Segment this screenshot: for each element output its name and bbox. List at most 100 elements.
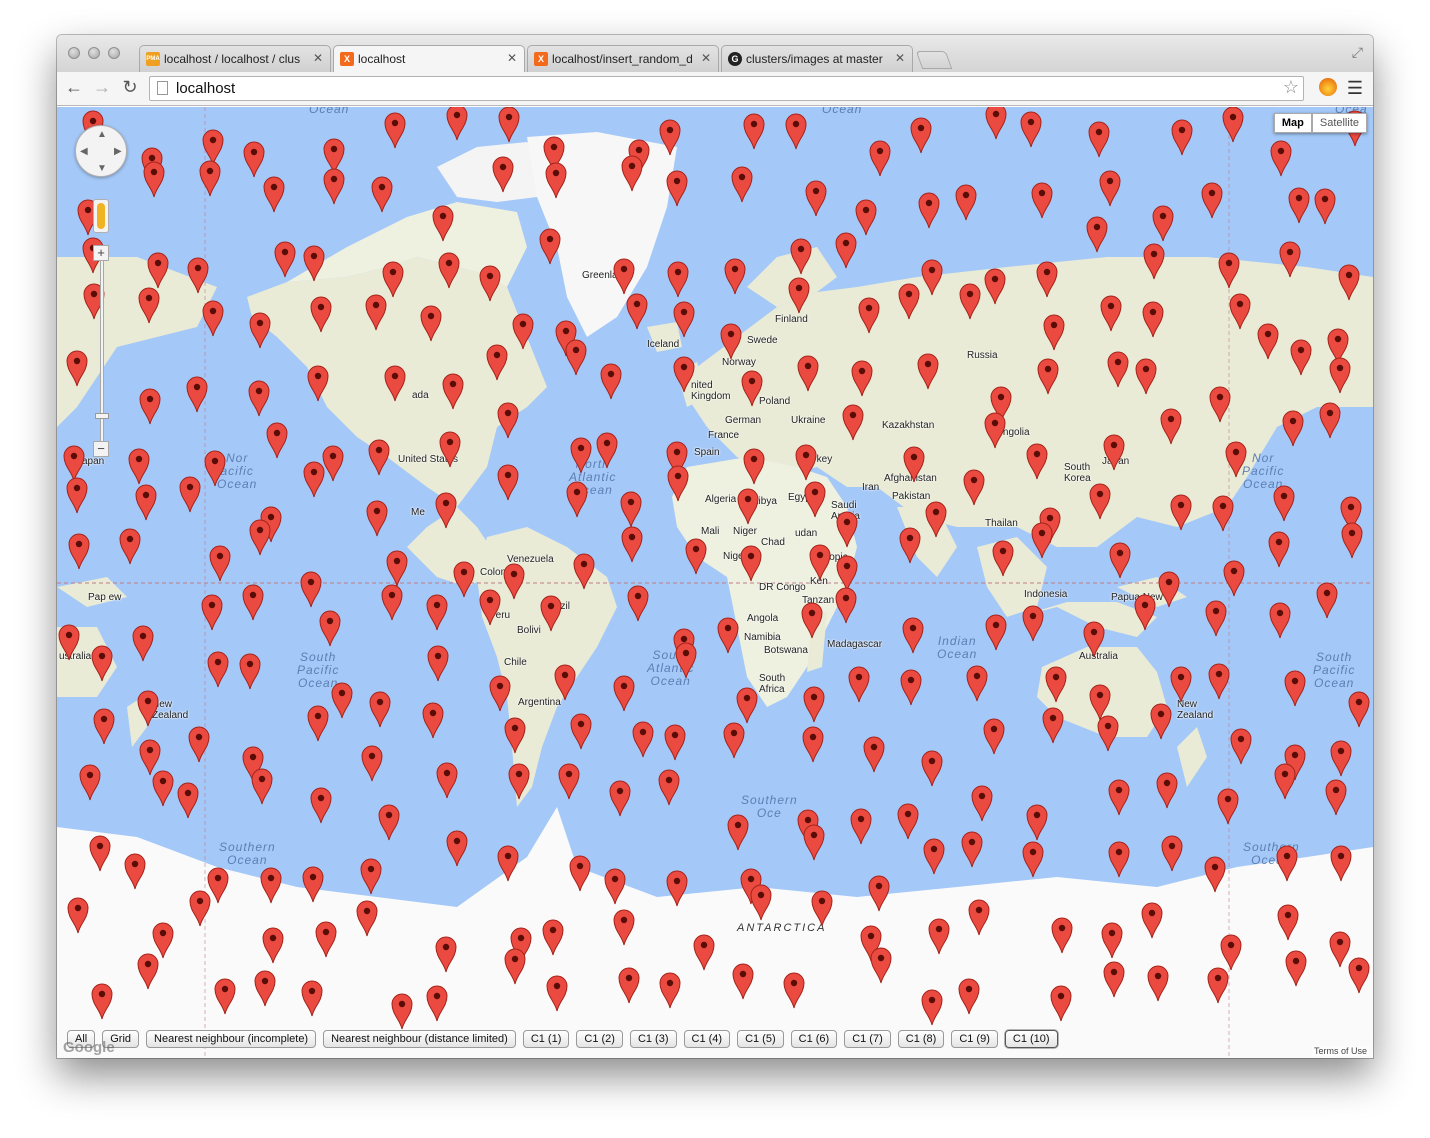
map-marker-icon[interactable] bbox=[903, 445, 925, 483]
map-marker-icon[interactable] bbox=[391, 992, 413, 1030]
map-marker-icon[interactable] bbox=[322, 444, 344, 482]
map-marker-icon[interactable] bbox=[201, 593, 223, 631]
map-marker-icon[interactable] bbox=[918, 191, 940, 229]
map-marker-icon[interactable] bbox=[508, 762, 530, 800]
map-marker-icon[interactable] bbox=[132, 624, 154, 662]
zoom-slider-handle[interactable] bbox=[95, 413, 109, 419]
map-marker-icon[interactable] bbox=[626, 292, 648, 330]
map-marker-icon[interactable] bbox=[596, 431, 618, 469]
cluster-button-c1-3[interactable]: C1 (3) bbox=[629, 1030, 677, 1048]
map-marker-icon[interactable] bbox=[479, 264, 501, 302]
map-marker-icon[interactable] bbox=[1160, 407, 1182, 445]
map-marker-icon[interactable] bbox=[486, 343, 508, 381]
map-marker-icon[interactable] bbox=[1036, 260, 1058, 298]
menu-icon[interactable]: ☰ bbox=[1347, 78, 1363, 99]
street-view-pegman-icon[interactable] bbox=[93, 199, 109, 233]
map-marker-icon[interactable] bbox=[851, 359, 873, 397]
map-marker-icon[interactable] bbox=[921, 749, 943, 787]
map-marker-icon[interactable] bbox=[66, 349, 88, 387]
map-marker-icon[interactable] bbox=[1205, 599, 1227, 637]
map-marker-icon[interactable] bbox=[961, 830, 983, 868]
map-marker-icon[interactable] bbox=[736, 686, 758, 724]
map-marker-icon[interactable] bbox=[303, 244, 325, 282]
map-marker-icon[interactable] bbox=[365, 293, 387, 331]
map-marker-icon[interactable] bbox=[554, 663, 576, 701]
map-marker-icon[interactable] bbox=[356, 899, 378, 937]
map-marker-icon[interactable] bbox=[1279, 240, 1301, 278]
map-marker-icon[interactable] bbox=[731, 165, 753, 203]
map-marker-icon[interactable] bbox=[214, 977, 236, 1015]
map-marker-icon[interactable] bbox=[137, 952, 159, 990]
back-icon[interactable]: ← bbox=[63, 77, 85, 98]
map-marker-icon[interactable] bbox=[1222, 107, 1244, 143]
map-marker-icon[interactable] bbox=[570, 436, 592, 474]
map-marker-icon[interactable] bbox=[898, 282, 920, 320]
map-marker-icon[interactable] bbox=[1103, 960, 1125, 998]
map-marker-icon[interactable] bbox=[604, 867, 626, 905]
map-marker-icon[interactable] bbox=[613, 257, 635, 295]
map-marker-icon[interactable] bbox=[187, 256, 209, 294]
map-marker-icon[interactable] bbox=[835, 231, 857, 269]
map-marker-icon[interactable] bbox=[436, 761, 458, 799]
map-marker-icon[interactable] bbox=[307, 364, 329, 402]
map-marker-icon[interactable] bbox=[1277, 903, 1299, 941]
map-marker-icon[interactable] bbox=[897, 802, 919, 840]
map-marker-icon[interactable] bbox=[1209, 385, 1231, 423]
map-marker-icon[interactable] bbox=[368, 438, 390, 476]
map-marker-icon[interactable] bbox=[497, 463, 519, 501]
map-marker-icon[interactable] bbox=[803, 823, 825, 861]
cluster-button-c1-5[interactable]: C1 (5) bbox=[737, 1030, 784, 1048]
map-marker-icon[interactable] bbox=[1230, 727, 1252, 765]
map-marker-icon[interactable] bbox=[720, 322, 742, 360]
map-marker-icon[interactable] bbox=[1285, 949, 1307, 987]
map-marker-icon[interactable] bbox=[1158, 570, 1180, 608]
map-marker-icon[interactable] bbox=[119, 527, 141, 565]
map-type-satellite-button[interactable]: Satellite bbox=[1311, 113, 1367, 133]
zoom-in-button[interactable]: + bbox=[93, 245, 109, 261]
map-marker-icon[interactable] bbox=[435, 491, 457, 529]
forward-icon[interactable]: → bbox=[91, 77, 113, 98]
map-marker-icon[interactable] bbox=[1108, 840, 1130, 878]
map-marker-icon[interactable] bbox=[658, 768, 680, 806]
map-marker-icon[interactable] bbox=[546, 974, 568, 1012]
map-marker-icon[interactable] bbox=[492, 155, 514, 193]
map-marker-icon[interactable] bbox=[1141, 901, 1163, 939]
map-marker-icon[interactable] bbox=[248, 379, 270, 417]
close-window-icon[interactable] bbox=[68, 47, 80, 59]
map-marker-icon[interactable] bbox=[743, 112, 765, 150]
map-marker-icon[interactable] bbox=[310, 786, 332, 824]
map-marker-icon[interactable] bbox=[274, 240, 296, 278]
map-marker-icon[interactable] bbox=[1274, 762, 1296, 800]
map-marker-icon[interactable] bbox=[868, 874, 890, 912]
map-marker-icon[interactable] bbox=[199, 159, 221, 197]
map-marker-icon[interactable] bbox=[242, 583, 264, 621]
map-marker-icon[interactable] bbox=[1020, 110, 1042, 148]
map-marker-icon[interactable] bbox=[1143, 242, 1165, 280]
map-marker-icon[interactable] bbox=[1218, 251, 1240, 289]
map-marker-icon[interactable] bbox=[307, 704, 329, 742]
map-marker-icon[interactable] bbox=[724, 257, 746, 295]
map-marker-icon[interactable] bbox=[737, 487, 759, 525]
map-marker-icon[interactable] bbox=[855, 198, 877, 236]
map-marker-icon[interactable] bbox=[1026, 442, 1048, 480]
map-marker-icon[interactable] bbox=[1330, 844, 1352, 882]
map-marker-icon[interactable] bbox=[795, 443, 817, 481]
map-marker-icon[interactable] bbox=[177, 781, 199, 819]
map-marker-icon[interactable] bbox=[1314, 187, 1336, 225]
map-marker-icon[interactable] bbox=[910, 116, 932, 154]
map-marker-icon[interactable] bbox=[1270, 139, 1292, 177]
tab-close-icon[interactable]: ✕ bbox=[507, 51, 517, 65]
map-marker-icon[interactable] bbox=[870, 946, 892, 984]
map-marker-icon[interactable] bbox=[1050, 984, 1072, 1022]
map-marker-icon[interactable] bbox=[985, 107, 1007, 140]
map-marker-icon[interactable] bbox=[512, 312, 534, 350]
map-marker-icon[interactable] bbox=[1107, 350, 1129, 388]
map-marker-icon[interactable] bbox=[1229, 292, 1251, 330]
cluster-button-c1-1[interactable]: C1 (1) bbox=[522, 1030, 570, 1048]
map-marker-icon[interactable] bbox=[1150, 702, 1172, 740]
reload-icon[interactable]: ↻ bbox=[119, 77, 141, 98]
map-marker-icon[interactable] bbox=[422, 701, 444, 739]
map-marker-icon[interactable] bbox=[803, 685, 825, 723]
map-marker-icon[interactable] bbox=[621, 525, 643, 563]
map-marker-icon[interactable] bbox=[1348, 956, 1370, 994]
